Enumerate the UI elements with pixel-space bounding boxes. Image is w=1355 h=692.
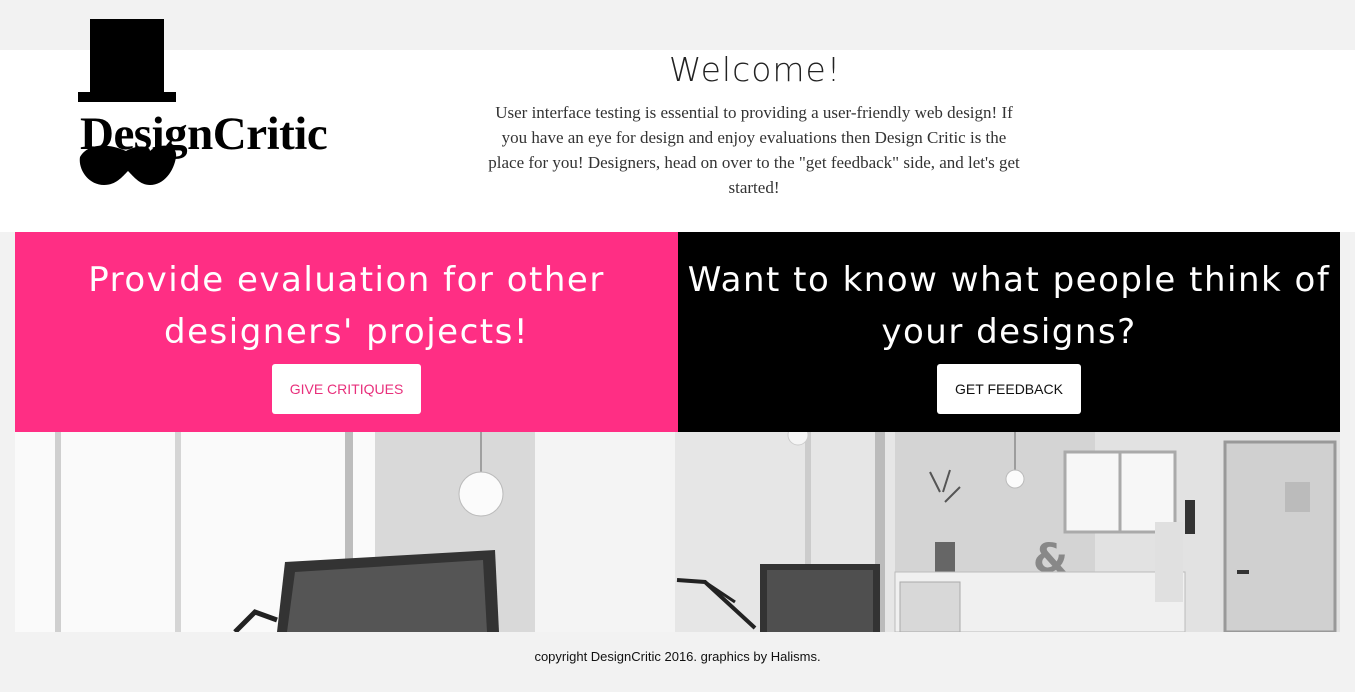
welcome-description: User interface testing is essential to p… [488,103,1020,197]
footer-copyright: copyright DesignCritic 2016. graphics by… [534,649,821,664]
office-photo-image-icon: & [15,432,1340,632]
get-feedback-button[interactable]: GET FEEDBACK [937,364,1081,414]
feedback-panel-heading: Want to know what people think of your d… [687,260,1331,352]
footer: copyright DesignCritic 2016. graphics by… [0,632,1355,692]
logo-text: DesignCritic [80,108,328,160]
office-photo: & [15,432,1340,632]
feedback-panel: Want to know what people think of your d… [678,232,1340,432]
critique-panel-heading: Provide evaluation for other designers' … [88,260,605,352]
top-hat-mustache-logo-icon [78,19,177,185]
welcome-title: Welcome! [668,50,842,89]
give-critiques-button[interactable]: GIVE CRITIQUES [272,364,421,414]
designcritic-logo[interactable]: DesignCritic [78,19,378,189]
critique-panel: Provide evaluation for other designers' … [15,232,678,432]
